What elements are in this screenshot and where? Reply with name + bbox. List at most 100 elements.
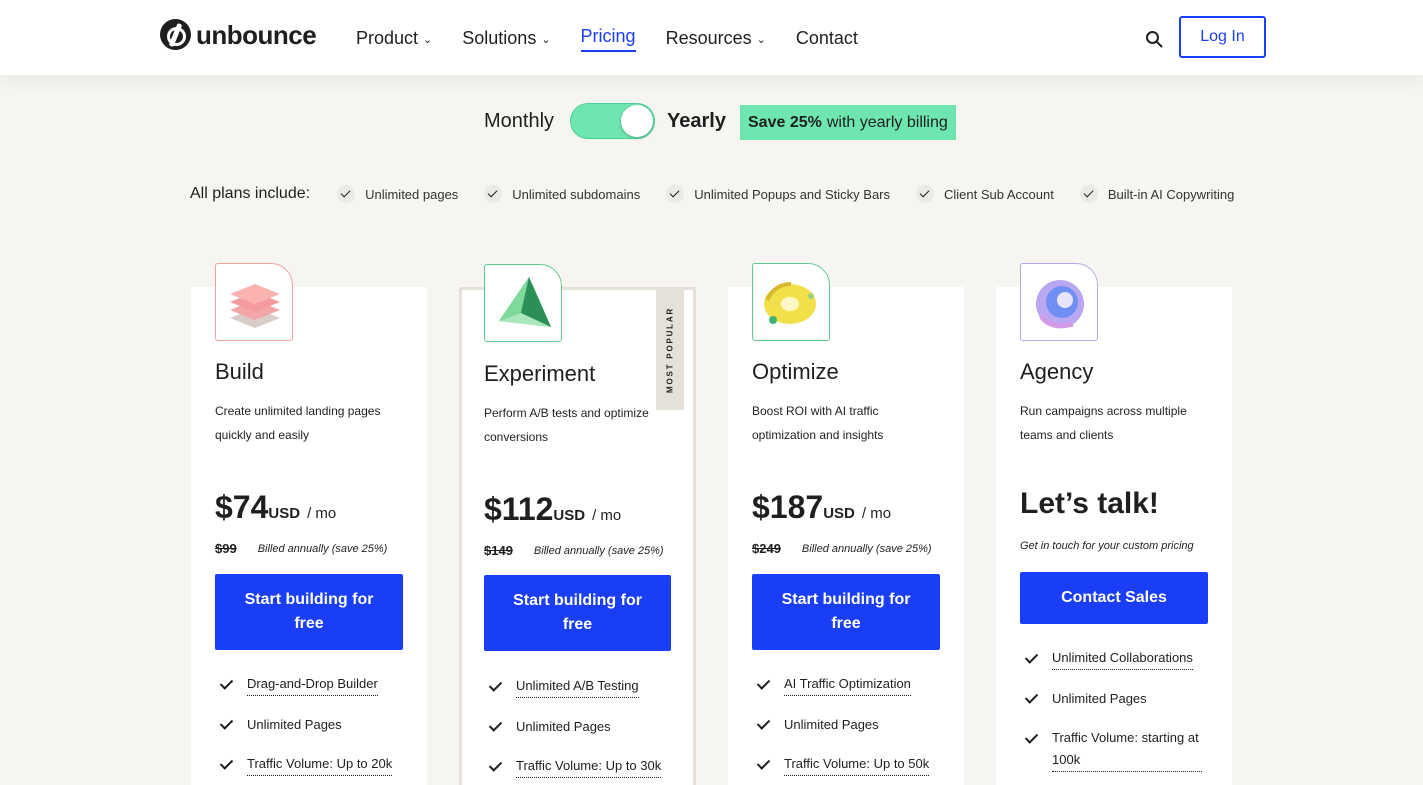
chevron-down-icon: ⌄: [541, 34, 551, 46]
billing-note: Billed annually (save 25%): [257, 542, 388, 555]
brand-name: unbounce: [196, 19, 317, 50]
plan-name: Build: [215, 359, 264, 384]
check-icon: [1079, 185, 1098, 203]
feature-item: Traffic Volume: starting at 100k: [1024, 727, 1202, 785]
plan-description: Create unlimited landing pages quickly a…: [215, 404, 381, 442]
includes-item: Client Sub Account: [916, 185, 1054, 203]
plan-name: Agency: [1020, 359, 1094, 384]
plan-price: $187 USD / mo: [752, 489, 891, 526]
feature-item: Traffic Volume: Up to 30k: [488, 755, 662, 785]
plan-card-experiment: MOST POPULAR Experiment Perform A/B test…: [459, 264, 696, 785]
start-building-button[interactable]: Start building for free: [215, 574, 403, 650]
includes-item-label: Built-in AI Copywriting: [1107, 186, 1235, 202]
check-icon: [756, 673, 770, 693]
includes-item-label: Unlimited Popups and Sticky Bars: [694, 186, 891, 202]
check-icon: [219, 713, 233, 733]
most-popular-badge: MOST POPULAR: [656, 290, 684, 410]
billing-note: Billed annually (save 25%): [801, 542, 932, 555]
plan-name: Experiment: [484, 361, 596, 386]
feature-label: Unlimited Pages: [784, 717, 879, 732]
feature-item: AI Traffic Optimization: [756, 673, 929, 713]
feature-list: Unlimited A/B Testing Unlimited Pages Tr…: [488, 675, 662, 785]
check-icon: [916, 185, 935, 203]
nav-item-pricing[interactable]: Pricing: [580, 24, 636, 52]
check-icon: [756, 713, 770, 733]
check-icon: [1024, 647, 1038, 667]
nav-item-label: Contact: [795, 28, 858, 48]
feature-list: AI Traffic Optimization Unlimited Pages …: [756, 673, 930, 785]
main-nav: Product ⌄ Solutions ⌄ Pricing Resources …: [356, 24, 858, 52]
original-price: $99: [215, 541, 237, 556]
build-layers-icon: [215, 263, 293, 341]
feature-list: Drag-and-Drop Builder Unlimited Pages Tr…: [219, 673, 393, 785]
price-currency: USD: [823, 505, 855, 522]
feature-label[interactable]: Unlimited A/B Testing: [516, 675, 639, 698]
nav-item-contact[interactable]: Contact: [796, 24, 858, 52]
feature-item: Unlimited Pages: [756, 713, 929, 753]
plan-card-optimize: Optimize Boost ROI with AI traffic optim…: [728, 263, 964, 785]
nav-item-solutions[interactable]: Solutions ⌄: [462, 24, 550, 52]
original-price-row: $99 Billed annually (save 25%): [215, 541, 387, 556]
feature-label[interactable]: Traffic Volume: Up to 30k: [516, 755, 662, 778]
toggle-knob: [621, 105, 654, 137]
feature-label[interactable]: Traffic Volume: starting at 100k: [1052, 727, 1202, 772]
check-icon: [488, 675, 502, 695]
unbounce-logo[interactable]: unbounce: [160, 19, 317, 50]
feature-item: Unlimited Collaborations: [1024, 647, 1202, 687]
search-icon[interactable]: [1145, 30, 1163, 48]
plan-description: Perform A/B tests and optimize conversio…: [484, 406, 649, 444]
plan-name: Optimize: [752, 359, 839, 384]
check-icon: [488, 715, 502, 735]
check-icon: [488, 755, 502, 775]
experiment-pyramid-icon: [484, 264, 562, 342]
chevron-down-icon: ⌄: [756, 34, 766, 46]
feature-label[interactable]: Traffic Volume: Up to 20k: [247, 753, 393, 776]
includes-item: Unlimited subdomains: [484, 185, 640, 203]
price-period: / mo: [592, 507, 622, 524]
check-icon: [337, 185, 356, 203]
check-icon: [219, 753, 233, 773]
plan-card-build: Build Create unlimited landing pages qui…: [191, 263, 427, 785]
feature-label: Unlimited Pages: [1052, 691, 1147, 706]
start-building-button[interactable]: Start building for free: [752, 574, 940, 650]
custom-pricing-note: Get in touch for your custom pricing: [1020, 540, 1194, 552]
save-badge-text: with yearly billing: [826, 113, 948, 131]
plan-price: $112 USD / mo: [484, 491, 621, 528]
check-icon: [484, 185, 503, 203]
includes-item: Unlimited Popups and Sticky Bars: [666, 185, 890, 203]
feature-label[interactable]: Unlimited Collaborations: [1052, 647, 1193, 670]
most-popular-label: MOST POPULAR: [665, 306, 675, 394]
plan-price: $74 USD / mo: [215, 489, 336, 526]
billing-toggle[interactable]: [570, 103, 656, 139]
nav-item-label: Pricing: [580, 26, 636, 46]
includes-item-label: Unlimited pages: [365, 186, 459, 202]
feature-item: Traffic Volume: Up to 50k: [756, 753, 930, 785]
save-badge-bold: Save 25%: [748, 113, 822, 131]
nav-item-label: Resources: [665, 28, 752, 48]
nav-item-resources[interactable]: Resources ⌄: [666, 24, 766, 52]
price-amount: $74: [215, 489, 269, 525]
billing-toggle-group: Monthly Yearly: [484, 103, 726, 139]
includes-item: Built-in AI Copywriting: [1079, 185, 1235, 203]
login-button[interactable]: Log In: [1179, 16, 1266, 58]
feature-label[interactable]: Traffic Volume: Up to 50k: [784, 753, 930, 776]
start-building-button[interactable]: Start building for free: [484, 575, 671, 651]
contact-sales-button[interactable]: Contact Sales: [1020, 572, 1208, 624]
billing-monthly-label[interactable]: Monthly: [484, 110, 554, 133]
feature-label[interactable]: Drag-and-Drop Builder: [247, 673, 378, 696]
nav-item-product[interactable]: Product ⌄: [356, 24, 432, 52]
nav-item-label: Product: [356, 28, 419, 48]
includes-item-label: Unlimited subdomains: [512, 186, 641, 202]
save-badge: Save 25% with yearly billing: [740, 105, 956, 140]
feature-label[interactable]: AI Traffic Optimization: [784, 673, 911, 696]
nav-item-label: Solutions: [462, 28, 537, 48]
chevron-down-icon: ⌄: [423, 34, 433, 46]
check-icon: [756, 753, 770, 773]
price-period: / mo: [861, 505, 892, 522]
billing-yearly-label[interactable]: Yearly: [667, 110, 726, 133]
feature-item: Unlimited A/B Testing: [488, 675, 661, 715]
feature-item: Unlimited Pages: [219, 713, 392, 753]
check-icon: [219, 673, 233, 693]
includes-label: All plans include:: [190, 185, 311, 202]
price-currency: USD: [553, 507, 586, 524]
